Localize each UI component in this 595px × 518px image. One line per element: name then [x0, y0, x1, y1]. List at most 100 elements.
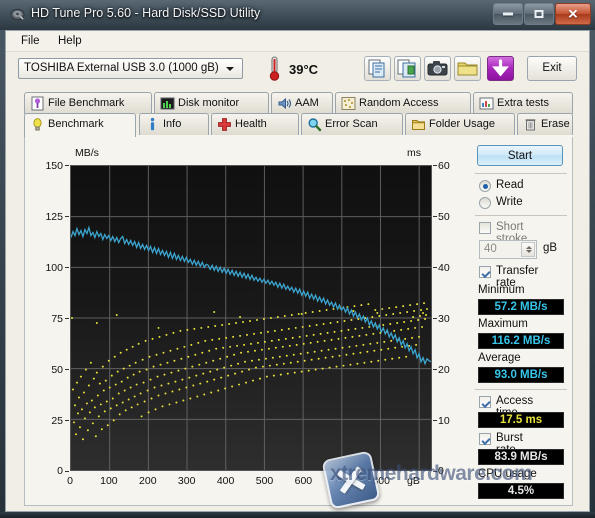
copy-all-button[interactable] — [394, 56, 421, 81]
menu-help[interactable]: Help — [51, 34, 89, 48]
drive-select-label: TOSHIBA External USB 3.0 (1000 gB) — [24, 62, 219, 74]
tab-file-benchmark[interactable]: File Benchmark — [24, 92, 152, 114]
xtick-0: 0 — [67, 475, 73, 487]
tab-label: AAM — [295, 97, 319, 109]
menu-file[interactable]: File — [14, 34, 47, 48]
tab-row-1: File Benchmark Disk monitor AAM Random A… — [6, 92, 589, 115]
ytick-25: 25 — [51, 415, 63, 427]
y2tick-0: 0 — [438, 465, 444, 477]
magnifier-icon — [308, 118, 322, 132]
tab-erase[interactable]: Erase — [517, 113, 573, 135]
tab-label: Extra tests — [497, 97, 549, 109]
xtick-800: 800 — [372, 475, 390, 487]
y2tick-10: 10 — [438, 415, 450, 427]
menu-bar: File Help — [6, 31, 589, 52]
tab-info[interactable]: Info — [139, 113, 209, 135]
y-axis-label: MB/s — [75, 147, 99, 159]
checkbox-short-stroke-box — [479, 222, 491, 234]
radio-read-indicator — [479, 180, 491, 192]
radio-write-label: Write — [496, 196, 523, 208]
thermometer-icon — [269, 56, 280, 81]
folder-button[interactable] — [454, 56, 481, 81]
download-arrow-icon — [492, 59, 509, 77]
speaker-icon — [278, 97, 292, 110]
save-button[interactable] — [487, 56, 514, 81]
plot-area — [70, 165, 432, 471]
file-benchmark-icon — [31, 96, 44, 111]
copy-pages-icon — [397, 59, 416, 78]
checkbox-access-time-box — [479, 396, 491, 408]
xtick-100: 100 — [100, 475, 118, 487]
tab-label: Health — [235, 118, 267, 130]
tab-random-access[interactable]: Random Access — [335, 92, 471, 114]
folder-icon — [412, 120, 425, 130]
tab-folder-usage[interactable]: Folder Usage — [405, 113, 515, 135]
plot-svg — [71, 166, 431, 470]
client-area: File Help TOSHIBA External USB 3.0 (1000… — [5, 30, 590, 512]
burst-rate-value: 83.9 MB/s — [478, 449, 564, 465]
exit-button[interactable]: Exit — [527, 56, 577, 81]
window-title: HD Tune Pro 5.60 - Hard Disk/SSD Utility — [31, 6, 261, 20]
tab-label: Erase — [541, 118, 570, 130]
copy-button[interactable] — [364, 56, 391, 81]
title-bar: HD Tune Pro 5.60 - Hard Disk/SSD Utility… — [0, 0, 595, 30]
xtick-600: 600 — [294, 475, 313, 487]
average-label: Average — [478, 352, 521, 364]
tab-label: Info — [163, 118, 182, 130]
minimum-label: Minimum — [478, 284, 525, 296]
screenshot-button[interactable] — [424, 56, 451, 81]
y2tick-40: 40 — [438, 262, 450, 274]
close-icon: ✕ — [567, 6, 579, 22]
tab-benchmark[interactable]: Benchmark — [24, 113, 136, 137]
ytick-50: 50 — [51, 364, 63, 376]
lightbulb-icon — [33, 118, 42, 131]
stepper-arrows-icon[interactable] — [521, 242, 535, 257]
tab-row-2: Benchmark Info Health Error Scan Folder … — [6, 113, 589, 137]
maximum-value: 116.2 MB/s — [478, 333, 564, 349]
tab-label: Folder Usage — [429, 118, 496, 130]
health-cross-icon — [218, 118, 231, 131]
short-stroke-unit: gB — [543, 242, 558, 254]
close-button[interactable]: ✕ — [555, 3, 591, 25]
ytick-100: 100 — [45, 262, 63, 274]
tab-disk-monitor[interactable]: Disk monitor — [154, 92, 269, 114]
app-window: HD Tune Pro 5.60 - Hard Disk/SSD Utility… — [0, 0, 595, 518]
controls-panel: Start Read Write Short stroke 40 gB Tran… — [475, 143, 567, 501]
window-bottom-edge — [0, 512, 595, 518]
ytick-75: 75 — [51, 313, 63, 325]
xtick-200: 200 — [139, 475, 157, 487]
folder-gold-icon — [457, 62, 478, 76]
xtick-700: 700 — [333, 475, 352, 487]
tab-health[interactable]: Health — [211, 113, 299, 135]
cpu-usage-label: CPU usage — [478, 468, 537, 480]
tab-label: File Benchmark — [48, 97, 125, 109]
tab-label: Error Scan — [325, 118, 378, 130]
x-axis-label: gB — [407, 475, 420, 487]
benchmark-chart: MB/s ms 150 125 100 75 50 25 0 60 50 40 … — [35, 145, 467, 498]
maximum-label: Maximum — [478, 318, 528, 330]
random-access-icon — [341, 97, 356, 110]
disk-monitor-icon — [160, 97, 175, 110]
checkbox-burst-rate-box — [479, 433, 491, 445]
minimize-button[interactable] — [493, 3, 523, 25]
y2tick-30: 30 — [438, 313, 450, 325]
tab-aam[interactable]: AAM — [271, 92, 333, 114]
checkbox-transfer-rate-box — [479, 266, 491, 278]
short-stroke-value: 40 — [484, 243, 497, 255]
short-stroke-stepper[interactable]: 40 — [479, 240, 537, 259]
maximize-button[interactable] — [524, 3, 554, 25]
radio-read-label: Read — [496, 179, 524, 191]
start-button[interactable]: Start — [477, 145, 563, 166]
copy-icon — [368, 59, 385, 78]
tab-extra-tests[interactable]: Extra tests — [473, 92, 573, 114]
trash-icon — [525, 119, 536, 131]
y2tick-50: 50 — [438, 211, 450, 223]
drive-select[interactable]: TOSHIBA External USB 3.0 (1000 gB) — [18, 58, 243, 79]
access-time-value: 17.5 ms — [478, 412, 564, 428]
info-icon — [150, 117, 155, 131]
minimum-value: 57.2 MB/s — [478, 299, 564, 315]
tab-label: Benchmark — [48, 118, 104, 130]
y2-axis-label: ms — [407, 147, 421, 159]
camera-icon — [427, 61, 448, 76]
tab-error-scan[interactable]: Error Scan — [301, 113, 403, 135]
